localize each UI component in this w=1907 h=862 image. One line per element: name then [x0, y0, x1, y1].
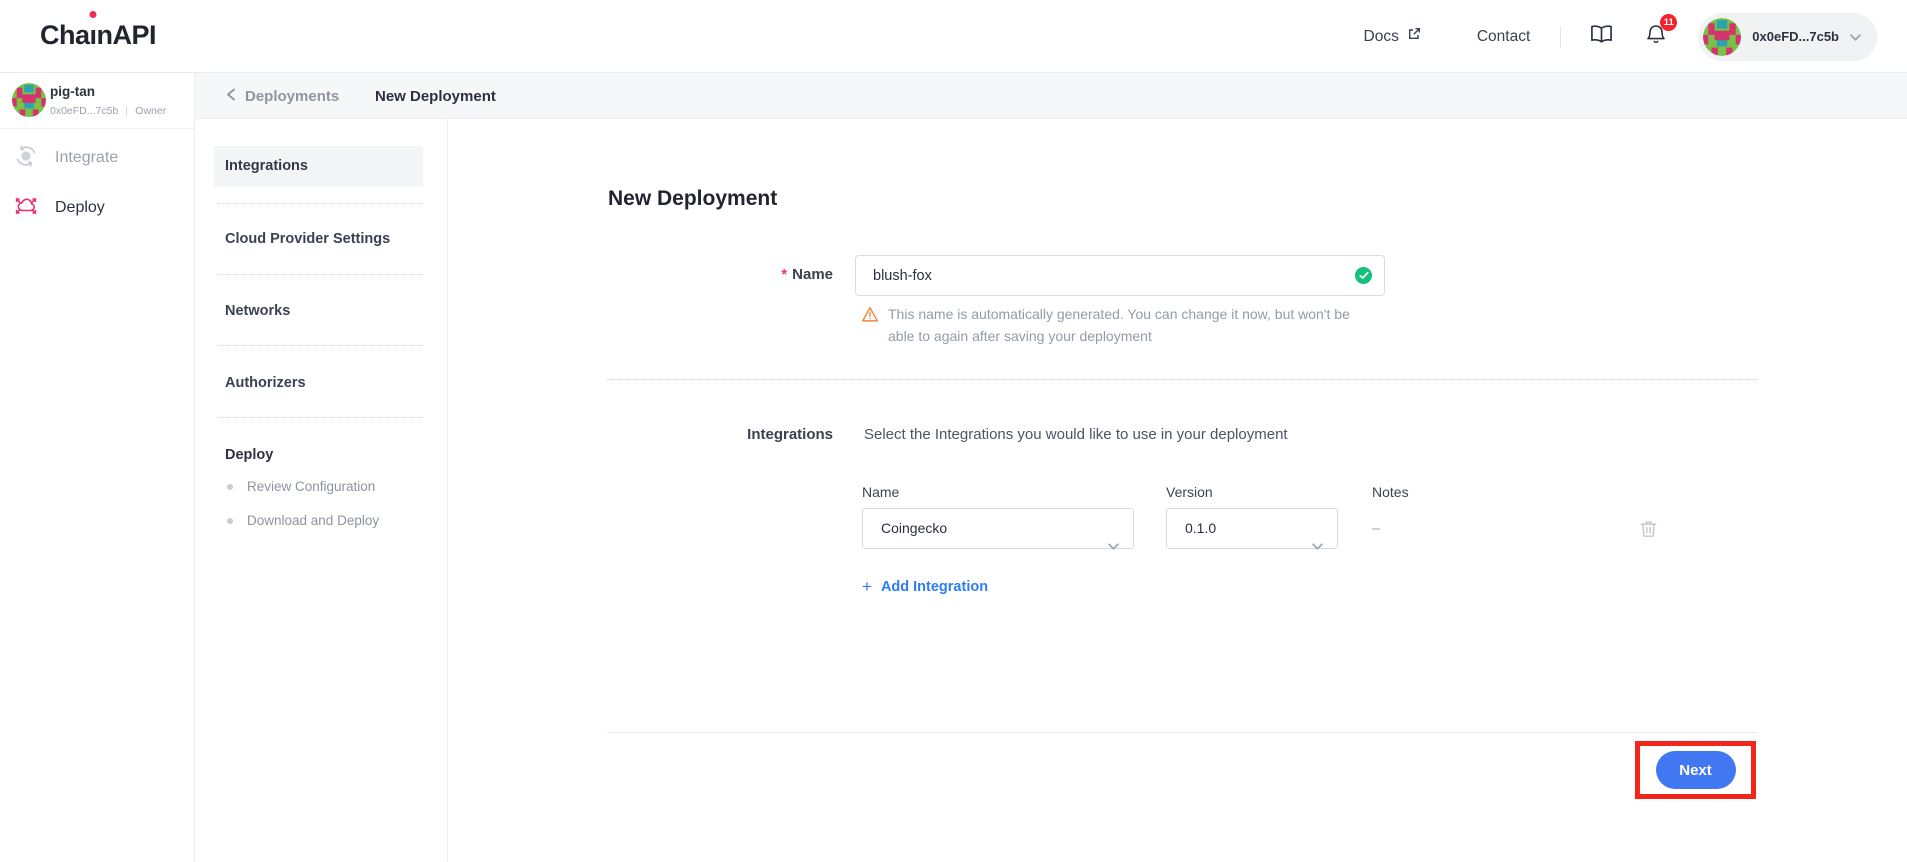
name-warning: This name is automatically generated. Yo…	[888, 303, 1408, 347]
logo-text-pre: Cha	[40, 20, 90, 50]
section-divider-dotted	[607, 379, 1757, 380]
add-integration-label: Add Integration	[881, 579, 988, 595]
step-separator	[218, 417, 424, 418]
required-marker: *	[781, 266, 787, 283]
workspace-role: Owner	[135, 105, 166, 117]
next-button[interactable]: Next	[1656, 751, 1736, 789]
book-icon	[1589, 22, 1614, 52]
account-avatar	[1703, 18, 1741, 56]
warning-icon	[861, 306, 879, 328]
integration-notes-value: –	[1372, 508, 1380, 549]
column-header-name: Name	[862, 484, 899, 500]
deploy-icon	[13, 193, 39, 224]
logo-dot	[90, 11, 97, 18]
step-separator	[218, 345, 424, 346]
docs-label: Docs	[1364, 28, 1399, 46]
substep-download-and-deploy[interactable]: Download and Deploy	[227, 513, 379, 528]
docs-link[interactable]: Docs	[1364, 27, 1421, 46]
integrate-icon	[13, 143, 39, 174]
logo-i: ı	[90, 20, 97, 50]
chevron-down-icon	[1850, 28, 1861, 46]
annotation-highlight-box: Next	[1635, 741, 1756, 799]
integration-name-select[interactable]: Coingecko	[862, 508, 1134, 549]
chevron-down-icon	[1108, 526, 1119, 565]
notification-badge: 11	[1660, 14, 1677, 31]
bullet-icon	[227, 518, 233, 524]
step-integrations[interactable]: Integrations	[214, 146, 423, 187]
external-link-icon	[1407, 27, 1421, 46]
step-networks[interactable]: Networks	[225, 303, 290, 319]
column-header-notes: Notes	[1372, 484, 1409, 500]
sidebar-item-integrate[interactable]: Integrate	[0, 137, 194, 179]
workspace-avatar	[12, 83, 46, 117]
breadcrumb-back-deployments[interactable]: Deployments	[227, 73, 339, 119]
integrations-description: Select the Integrations you would like t…	[864, 426, 1288, 443]
integrate-label: Integrate	[55, 149, 118, 167]
integration-version-value: 0.1.0	[1185, 520, 1216, 536]
page-title: New Deployment	[608, 187, 777, 211]
header-divider	[1560, 26, 1561, 48]
step-authorizers[interactable]: Authorizers	[225, 375, 306, 391]
workspace-card[interactable]: pig-tan 0x0eFD...7c5b Owner	[0, 73, 194, 129]
name-field-label: * Name	[448, 266, 833, 283]
deployment-name-input[interactable]	[855, 255, 1385, 296]
primary-sidebar: pig-tan 0x0eFD...7c5b Owner Integrate	[0, 73, 195, 862]
breadcrumb-current: New Deployment	[375, 73, 496, 119]
account-address: 0x0eFD...7c5b	[1752, 29, 1839, 44]
substep-label: Review Configuration	[247, 479, 375, 494]
sidebar-item-deploy[interactable]: Deploy	[0, 187, 194, 229]
integration-name-value: Coingecko	[881, 520, 947, 536]
integration-version-select[interactable]: 0.1.0	[1166, 508, 1338, 549]
workspace-address: 0x0eFD...7c5b	[50, 105, 118, 117]
workspace-divider	[126, 106, 127, 116]
main-content: New Deployment * Name This name is automa…	[448, 119, 1907, 862]
account-menu[interactable]: 0x0eFD...7c5b	[1698, 13, 1877, 61]
notifications-button[interactable]: 11	[1644, 22, 1668, 51]
header-actions: Docs Contact	[1364, 0, 1877, 73]
delete-integration-button[interactable]	[1637, 517, 1660, 546]
step-separator	[218, 203, 424, 204]
footer-divider	[607, 732, 1757, 733]
contact-label: Contact	[1477, 28, 1530, 46]
plus-icon: +	[862, 577, 872, 597]
app-header: ChaınAPI Docs Contact	[0, 0, 1907, 73]
step-group-deploy: Deploy	[225, 447, 273, 463]
workspace-sub: 0x0eFD...7c5b Owner	[50, 105, 166, 117]
deploy-label: Deploy	[55, 199, 105, 217]
integrations-section-label: Integrations	[448, 426, 833, 443]
docs-book-button[interactable]	[1589, 22, 1614, 52]
valid-check-icon	[1355, 267, 1372, 284]
warning-line-2: able to again after saving your deployme…	[888, 325, 1408, 347]
add-integration-button[interactable]: + Add Integration	[862, 577, 988, 597]
chevron-down-icon	[1312, 526, 1323, 565]
breadcrumb: Deployments New Deployment	[195, 73, 1907, 119]
name-input-wrap	[855, 255, 1385, 296]
warning-line-1: This name is automatically generated. Yo…	[888, 303, 1408, 325]
substep-review-configuration[interactable]: Review Configuration	[227, 479, 375, 494]
name-label-text: Name	[792, 266, 833, 283]
bullet-icon	[227, 484, 233, 490]
steps-sidebar: Integrations Cloud Provider Settings Net…	[195, 119, 448, 862]
workspace-name: pig-tan	[50, 84, 95, 99]
column-header-version: Version	[1166, 484, 1213, 500]
breadcrumb-back-label: Deployments	[245, 88, 339, 105]
contact-link[interactable]: Contact	[1477, 28, 1530, 46]
chevron-left-icon	[227, 88, 235, 105]
chainapi-logo[interactable]: ChaınAPI	[40, 20, 156, 51]
substep-label: Download and Deploy	[247, 513, 379, 528]
step-separator	[218, 274, 424, 275]
logo-text-post: nAPI	[97, 20, 157, 50]
trash-icon	[1637, 528, 1660, 545]
step-cloud-provider-settings[interactable]: Cloud Provider Settings	[225, 231, 390, 247]
